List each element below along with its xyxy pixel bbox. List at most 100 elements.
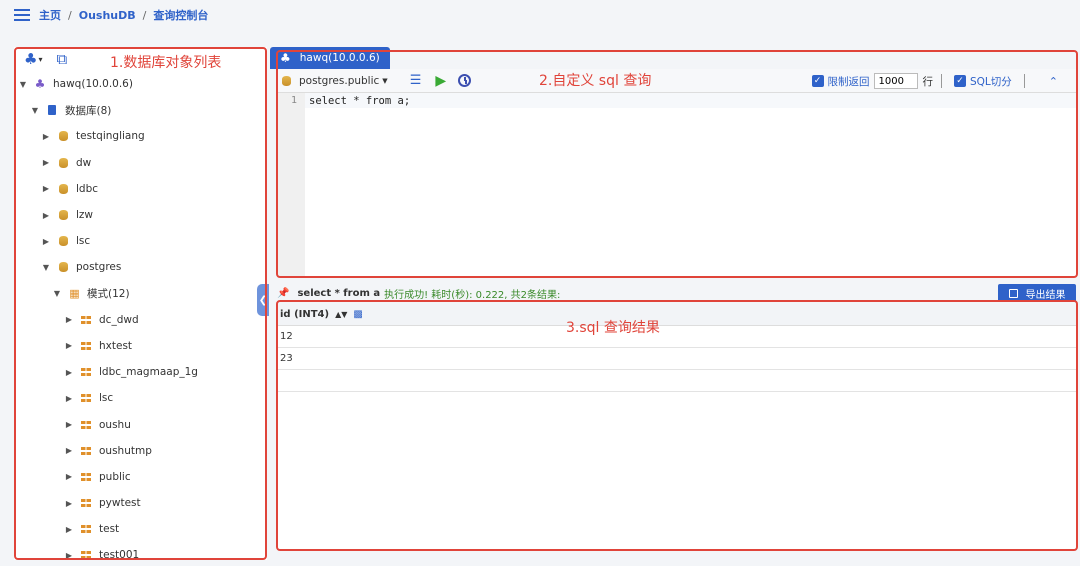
database-icon [57, 157, 69, 168]
caret-right-icon[interactable]: ▶ [64, 341, 74, 350]
history-clock-icon[interactable] [458, 74, 472, 87]
tree-node-database[interactable]: ▶ lzw [14, 202, 267, 228]
tree-node-label: lsc [99, 392, 114, 405]
breadcrumb-separator: / [68, 8, 72, 22]
sql-split-label: SQL切分 [970, 75, 1012, 88]
caret-right-icon[interactable]: ▶ [41, 184, 51, 193]
limit-input[interactable] [873, 73, 918, 89]
run-query-icon[interactable]: ▶ [435, 73, 446, 89]
caret-right-icon[interactable]: ▶ [64, 551, 74, 560]
export-results-button[interactable]: 导出结果 [998, 284, 1076, 302]
toolbar-divider [941, 74, 942, 88]
schema-icon [80, 472, 92, 481]
caret-down-icon[interactable]: ▼ [52, 289, 62, 298]
column-header-id[interactable]: id (INT4) [280, 309, 329, 320]
caret-right-icon[interactable]: ▶ [41, 158, 51, 167]
schema-icon [80, 525, 92, 534]
breadcrumb-current-page: 查询控制台 [153, 9, 209, 22]
editor-toolbar: postgres.public ▼ ☰ ▶ ✓ 限制返回 行 ✓ SQL切分 ⌃ [277, 69, 1076, 93]
annotation-object-list: 1.数据库对象列表 [110, 55, 222, 71]
tree-node-schema[interactable]: ▶ hxtest [14, 333, 267, 359]
tree-node-label: hxtest [99, 339, 133, 352]
breadcrumb-oushudb[interactable]: OushuDB [79, 9, 136, 22]
toolbar-divider [1023, 74, 1025, 88]
tree-node-schemas[interactable]: ▼ ▦ 模式(12) [14, 281, 267, 307]
caret-right-icon[interactable]: ▶ [64, 525, 74, 534]
tree-node-database[interactable]: ▼ postgres [14, 254, 267, 280]
tree-node-label: ldbc [76, 182, 99, 195]
pin-icon[interactable]: 📌 [277, 288, 289, 299]
caret-down-icon[interactable]: ▼ [30, 106, 40, 115]
tree-node-label: ldbc_magmaap_1g [99, 366, 198, 379]
schema-select[interactable]: postgres.public ▼ [282, 75, 388, 87]
tree-node-label: lzw [76, 209, 94, 222]
caret-right-icon[interactable]: ▶ [64, 315, 74, 324]
sort-icon[interactable]: ▲▼ [335, 310, 347, 319]
tree-node-label: 模式(12) [87, 288, 130, 301]
tree-node-schema[interactable]: ▶ dc_dwd [14, 307, 267, 333]
table-cell: 12 [280, 331, 293, 342]
tree-node-database[interactable]: ▶ dw [14, 150, 267, 176]
breadcrumb-bar: 主页 / OushuDB / 查询控制台 [0, 0, 1080, 30]
tree-node-schema[interactable]: ▶ oushutmp [14, 438, 267, 464]
tree-node-databases[interactable]: ▼ 数据库(8) [14, 97, 267, 123]
tree-node-server[interactable]: ▼ ♣ hawq(10.0.0.6) [14, 71, 267, 97]
tree-node-schema[interactable]: ▶ public [14, 464, 267, 490]
tree-node-schema[interactable]: ▶ ldbc_magmaap_1g [14, 359, 267, 385]
caret-down-icon[interactable]: ▼ [41, 263, 51, 272]
table-row[interactable]: 12 [277, 326, 1076, 348]
schema-select-value: postgres.public [299, 74, 380, 87]
table-row[interactable]: 23 [277, 348, 1076, 370]
connection-switch-icon[interactable]: ♣ ▾ [24, 50, 42, 68]
caret-right-icon[interactable]: ▶ [64, 368, 74, 377]
database-icon [57, 210, 69, 221]
sql-split-checkbox[interactable]: ✓ [954, 75, 966, 87]
tab-connection[interactable]: ♣ hawq(10.0.0.6) [270, 47, 390, 69]
tree-node-label: hawq(10.0.0.6) [53, 78, 133, 91]
sql-editor[interactable]: 1 select * from a; [277, 93, 1076, 278]
new-window-icon[interactable]: ⧉ [56, 50, 67, 68]
table-row-empty [277, 370, 1076, 392]
limit-checkbox[interactable]: ✓ [811, 75, 824, 87]
caret-right-icon[interactable]: ▶ [41, 211, 51, 220]
tree-node-schema[interactable]: ▶ oushu [14, 411, 267, 437]
editor-options: ✓ 限制返回 行 ✓ SQL切分 ⌃ [811, 69, 1077, 93]
tree-node-database[interactable]: ▶ lsc [14, 228, 267, 254]
tree-node-schema[interactable]: ▶ test [14, 516, 267, 542]
caret-right-icon[interactable]: ▶ [64, 472, 74, 481]
database-folder-icon [46, 105, 58, 116]
limit-unit: 行 [922, 75, 934, 88]
caret-right-icon[interactable]: ▶ [64, 420, 74, 429]
annotation-sql-editor: 2.自定义 sql 查询 [539, 73, 652, 89]
caret-right-icon[interactable]: ▶ [41, 132, 51, 141]
tree-node-label: oushutmp [99, 444, 152, 457]
collapse-up-icon[interactable]: ⌃ [1049, 75, 1058, 88]
tree-node-database[interactable]: ▶ ldbc [14, 176, 267, 202]
caret-right-icon[interactable]: ▶ [64, 446, 74, 455]
caret-right-icon[interactable]: ▶ [41, 237, 51, 246]
line-number: 1 [290, 95, 297, 106]
caret-down-icon[interactable]: ▼ [18, 80, 28, 89]
caret-right-icon[interactable]: ▶ [64, 394, 74, 403]
tree-node-label: lsc [76, 235, 91, 248]
executed-sql: select * from a [297, 287, 381, 299]
database-icon [57, 236, 69, 247]
caret-right-icon[interactable]: ▶ [64, 499, 74, 508]
line-gutter [277, 93, 305, 278]
server-icon: ♣ [280, 51, 291, 65]
sidebar-collapse-handle[interactable]: ❮ [257, 284, 269, 316]
chart-icon[interactable]: ▩ [353, 309, 362, 320]
tree-node-schema[interactable]: ▶ lsc [14, 385, 267, 411]
sql-code[interactable]: select * from a; [309, 95, 410, 107]
format-sql-icon[interactable]: ☰ [410, 73, 422, 88]
breadcrumb-home[interactable]: 主页 [39, 7, 61, 23]
tree-node-schema[interactable]: ▶ test001 [14, 542, 267, 566]
menu-icon[interactable] [14, 9, 30, 21]
query-status-bar: 📌 select * from a 执行成功! 耗时(秒): 0.222, 共2… [277, 284, 1076, 302]
tree-node-schema[interactable]: ▶ pywtest [14, 490, 267, 516]
tree-node-label: pywtest [99, 497, 141, 510]
table-cell: 23 [280, 353, 293, 364]
tree-node-label: 数据库(8) [65, 104, 112, 117]
tree-node-database[interactable]: ▶ testqingliang [14, 123, 267, 149]
db-object-tree: ▼ ♣ hawq(10.0.0.6) ▼ 数据库(8) ▶ testqingli… [14, 71, 267, 566]
